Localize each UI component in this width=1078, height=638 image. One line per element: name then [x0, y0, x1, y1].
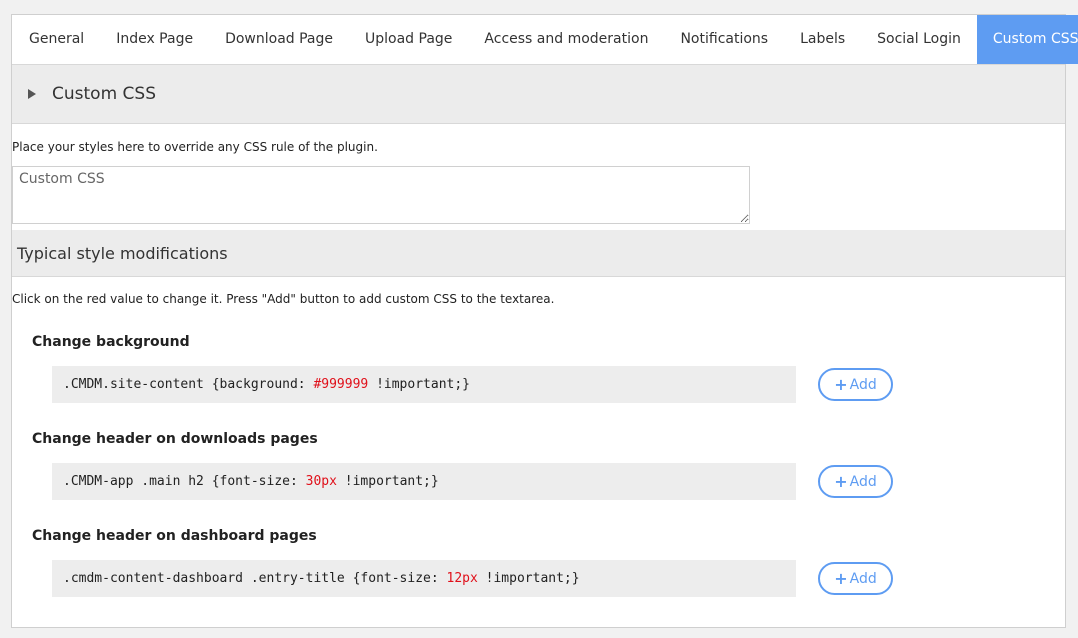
settings-panel: General Index Page Download Page Upload … — [11, 14, 1078, 628]
css-value-editable[interactable]: 12px — [447, 571, 478, 586]
add-label: Add — [849, 570, 877, 587]
custom-css-description: Place your styles here to override any C… — [12, 140, 378, 154]
custom-css-textarea[interactable] — [12, 166, 750, 224]
css-suffix: !important;} — [336, 474, 439, 489]
css-suffix: !important;} — [477, 571, 580, 586]
tab-access-moderation[interactable]: Access and moderation — [468, 15, 664, 64]
modification-item: Change header on downloads pages .CMDM-a… — [12, 431, 1065, 500]
add-label: Add — [849, 376, 877, 393]
custom-css-section-header[interactable]: Custom CSS — [12, 65, 1065, 124]
modification-title: Change background — [32, 334, 190, 350]
css-snippet: .CMDM.site-content {background: #999999 … — [52, 366, 796, 403]
add-button[interactable]: + Add — [818, 465, 893, 498]
tab-custom-css[interactable]: Custom CSS — [976, 15, 1078, 64]
settings-tabs: General Index Page Download Page Upload … — [12, 15, 1078, 65]
css-prefix: .CMDM.site-content {background: — [63, 377, 314, 392]
tab-general[interactable]: General — [13, 15, 100, 64]
modification-item: Change header on dashboard pages .cmdm-c… — [12, 528, 1065, 597]
css-prefix: .CMDM-app .main h2 {font-size: — [63, 474, 306, 489]
plus-icon: + — [834, 375, 848, 394]
tab-upload-page[interactable]: Upload Page — [349, 15, 468, 64]
css-snippet: .cmdm-content-dashboard .entry-title {fo… — [52, 560, 796, 597]
modification-item: Change background .CMDM.site-content {ba… — [12, 334, 1065, 403]
tab-social-login[interactable]: Social Login — [861, 15, 977, 64]
css-value-editable[interactable]: 30px — [306, 474, 337, 489]
modification-title: Change header on downloads pages — [32, 431, 318, 447]
plus-icon: + — [834, 472, 848, 491]
triangle-right-icon — [28, 89, 36, 99]
modification-title: Change header on dashboard pages — [32, 528, 317, 544]
add-button[interactable]: + Add — [818, 368, 893, 401]
add-label: Add — [849, 473, 877, 490]
tab-notifications[interactable]: Notifications — [664, 15, 784, 64]
typical-modifications-hint: Click on the red value to change it. Pre… — [12, 292, 555, 306]
typical-modifications-header: Typical style modifications — [12, 230, 1065, 277]
css-value-editable[interactable]: #999999 — [313, 377, 368, 392]
tab-labels[interactable]: Labels — [784, 15, 861, 64]
plus-icon: + — [834, 569, 848, 588]
custom-css-section-title: Custom CSS — [52, 84, 156, 104]
css-prefix: .cmdm-content-dashboard .entry-title {fo… — [63, 571, 447, 586]
tab-index-page[interactable]: Index Page — [100, 15, 209, 64]
add-button[interactable]: + Add — [818, 562, 893, 595]
tab-download-page[interactable]: Download Page — [209, 15, 349, 64]
css-suffix: !important;} — [368, 377, 470, 392]
css-snippet: .CMDM-app .main h2 {font-size: 30px !imp… — [52, 463, 796, 500]
